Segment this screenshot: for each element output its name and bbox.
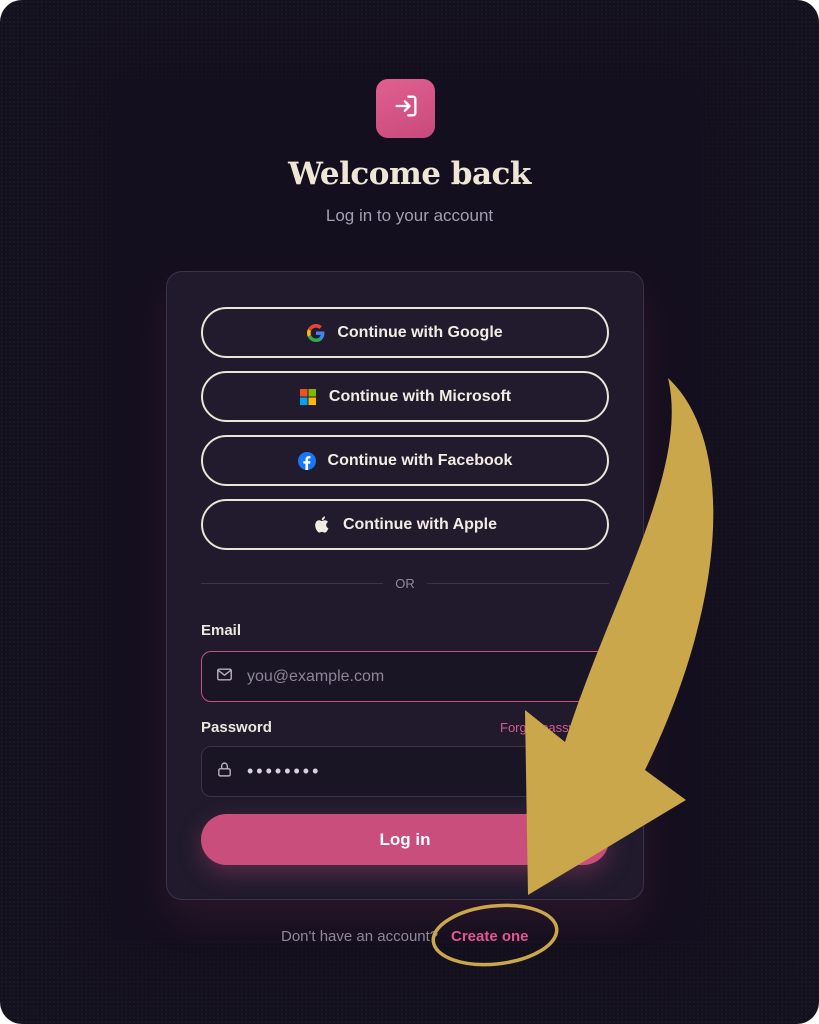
facebook-signin-label: Continue with Facebook (327, 451, 513, 469)
google-signin-label: Continue with Google (337, 323, 503, 341)
apple-icon (313, 516, 331, 534)
google-icon (307, 323, 325, 342)
microsoft-signin-button[interactable]: Continue with Microsoft (201, 371, 609, 422)
password-input[interactable] (247, 761, 567, 782)
password-label: Password (201, 719, 272, 736)
facebook-icon (297, 451, 316, 470)
create-account-link[interactable]: Create one (451, 928, 529, 945)
divider-left (201, 583, 383, 584)
divider-or-text: OR (395, 576, 415, 591)
email-field[interactable] (201, 651, 609, 702)
apple-signin-label: Continue with Apple (342, 515, 498, 533)
facebook-signin-button[interactable]: Continue with Facebook (201, 435, 609, 486)
password-field[interactable] (201, 746, 609, 797)
email-label: Email (201, 622, 242, 639)
microsoft-signin-label: Continue with Microsoft (328, 387, 512, 405)
login-logo (376, 79, 435, 138)
forgot-password-link[interactable]: Forgot password? (500, 720, 604, 735)
google-signin-button[interactable]: Continue with Google (201, 307, 609, 358)
login-button[interactable]: Log in (201, 814, 609, 865)
email-input[interactable] (247, 667, 567, 686)
apple-signin-button[interactable]: Continue with Apple (201, 499, 609, 550)
microsoft-icon (299, 388, 317, 406)
login-arrow-icon (392, 92, 420, 125)
signup-prompt: Don't have an account? (281, 928, 439, 945)
page-subtitle: Log in to your account (325, 206, 494, 225)
page-title: Welcome back (288, 156, 531, 192)
mail-icon (216, 666, 233, 688)
lock-icon (216, 761, 233, 783)
divider-right (427, 583, 609, 584)
